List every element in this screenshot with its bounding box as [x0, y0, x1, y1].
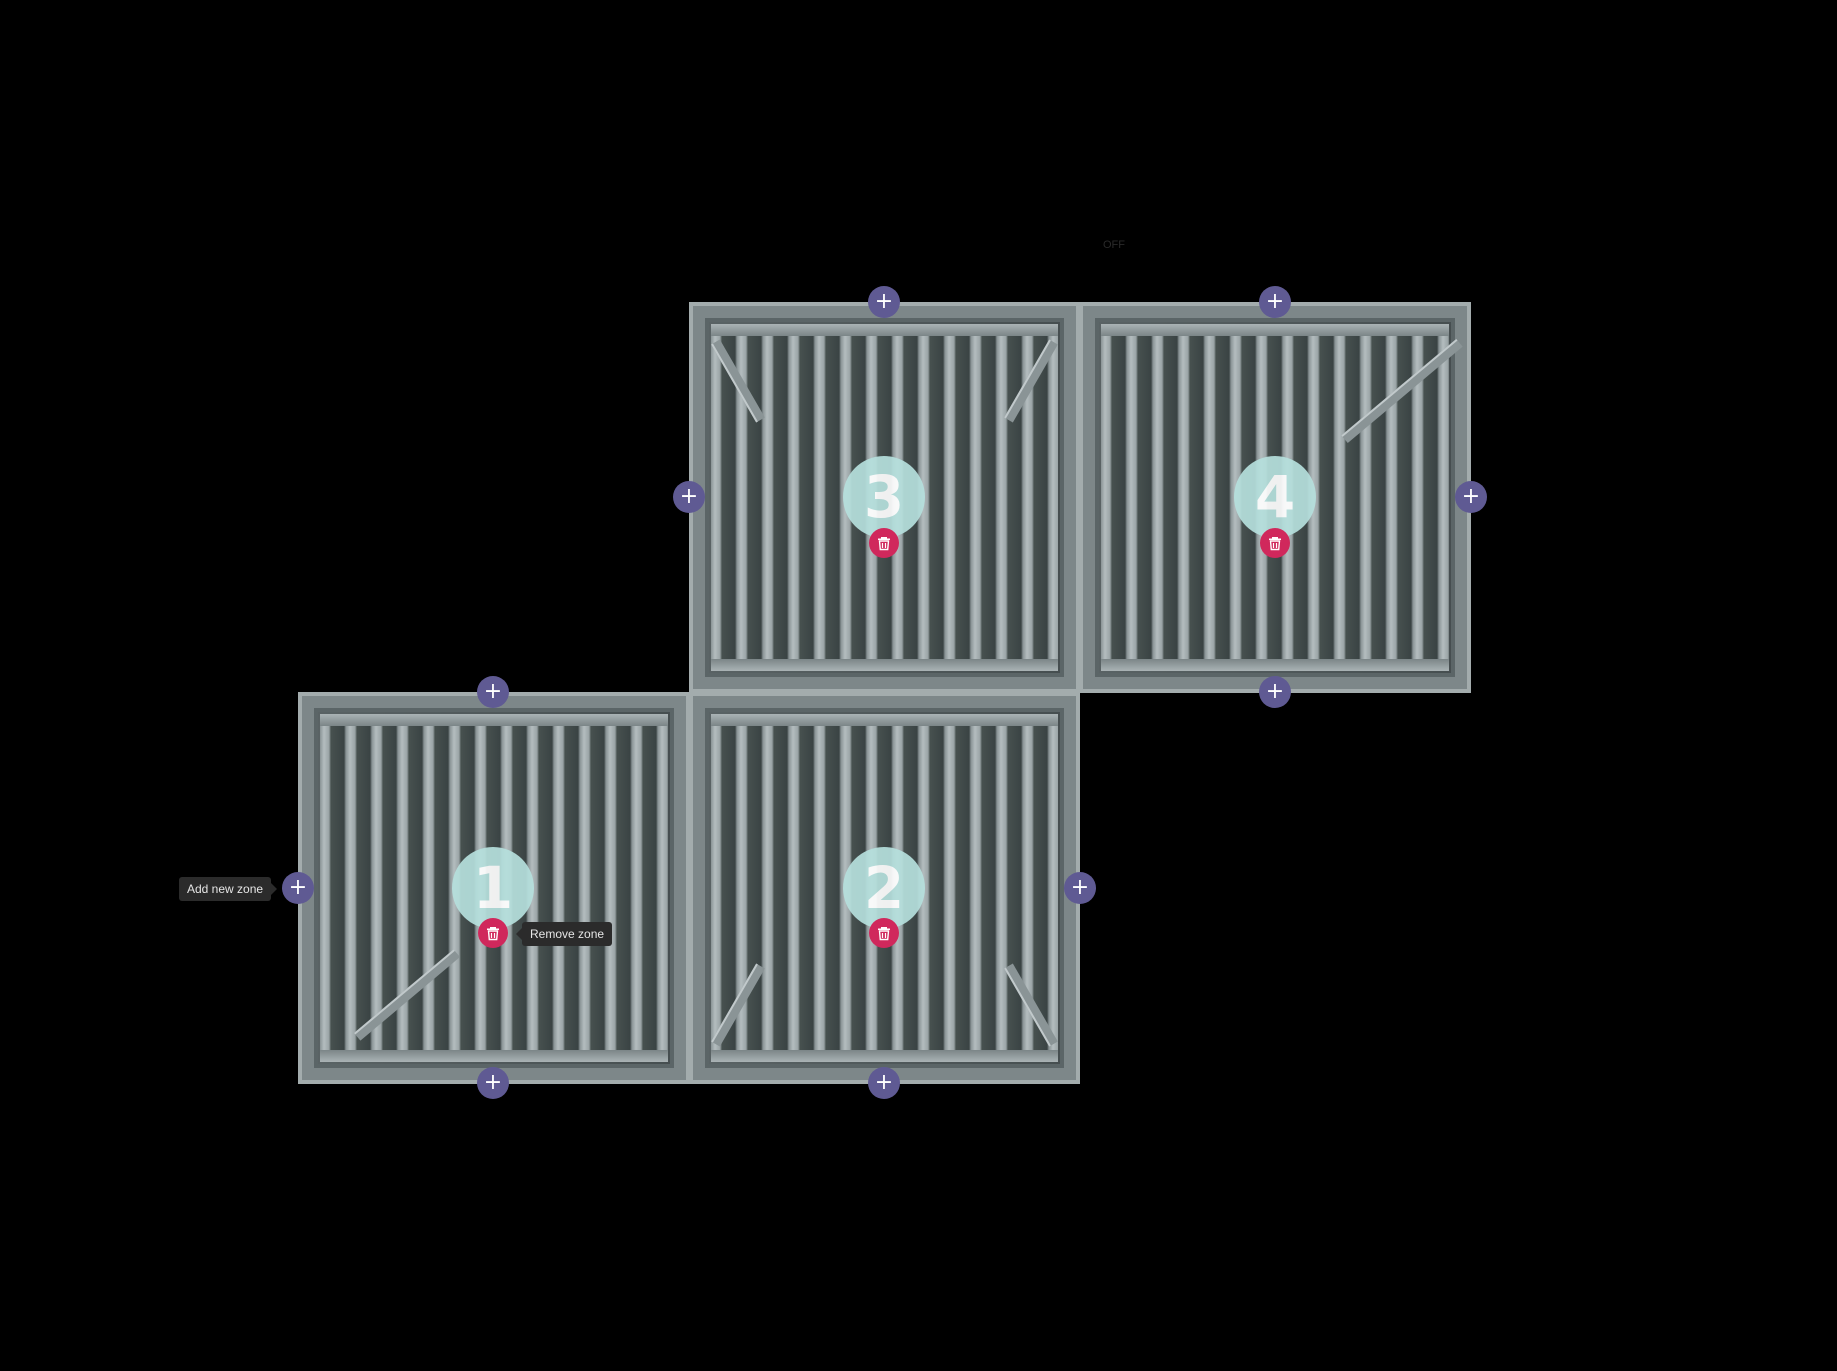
- trash-icon: [487, 927, 499, 941]
- add-zone-button-left-zone-3[interactable]: +: [673, 481, 705, 513]
- add-zone-button-bottom-zone-2[interactable]: +: [868, 1067, 900, 1099]
- add-zone-button-left-zone-1[interactable]: +: [282, 872, 314, 904]
- remove-zone-3-button[interactable]: [869, 528, 899, 558]
- add-zone-button-top-zone-1[interactable]: +: [477, 676, 509, 708]
- trash-icon: [1269, 537, 1281, 551]
- remove-zone-2-button[interactable]: [869, 918, 899, 948]
- plus-icon: +: [483, 679, 503, 704]
- zone-2-number-badge: 2: [843, 847, 925, 929]
- remove-zone-tooltip: Remove zone: [515, 922, 613, 946]
- plus-icon: +: [1265, 679, 1285, 704]
- plus-icon: +: [1461, 484, 1481, 509]
- trash-icon: [878, 537, 890, 551]
- pergola-configurator-canvas: OFF 1 2 3 4 + + + + + + + + + + Add new …: [0, 0, 1837, 1371]
- zone-3-number-badge: 3: [843, 456, 925, 538]
- plus-icon: +: [679, 484, 699, 509]
- plus-icon: +: [874, 289, 894, 314]
- add-zone-button-bottom-zone-1[interactable]: +: [477, 1067, 509, 1099]
- plus-icon: +: [483, 1070, 503, 1095]
- remove-zone-4-button[interactable]: [1260, 528, 1290, 558]
- plus-icon: +: [874, 1070, 894, 1095]
- remove-zone-1-button[interactable]: [478, 918, 508, 948]
- add-zone-button-top-zone-3[interactable]: +: [868, 286, 900, 318]
- zone-1-number-badge: 1: [452, 847, 534, 929]
- add-zone-button-right-zone-4[interactable]: +: [1455, 481, 1487, 513]
- trash-icon: [878, 927, 890, 941]
- plus-icon: +: [288, 875, 308, 900]
- add-zone-button-top-zone-4[interactable]: +: [1259, 286, 1291, 318]
- add-zone-button-right-zone-2[interactable]: +: [1064, 872, 1096, 904]
- zone-4-number-badge: 4: [1234, 456, 1316, 538]
- add-zone-tooltip: Add new zone: [179, 877, 278, 901]
- faint-label: OFF: [1103, 239, 1125, 251]
- plus-icon: +: [1070, 875, 1090, 900]
- plus-icon: +: [1265, 289, 1285, 314]
- add-zone-button-bottom-zone-4[interactable]: +: [1259, 676, 1291, 708]
